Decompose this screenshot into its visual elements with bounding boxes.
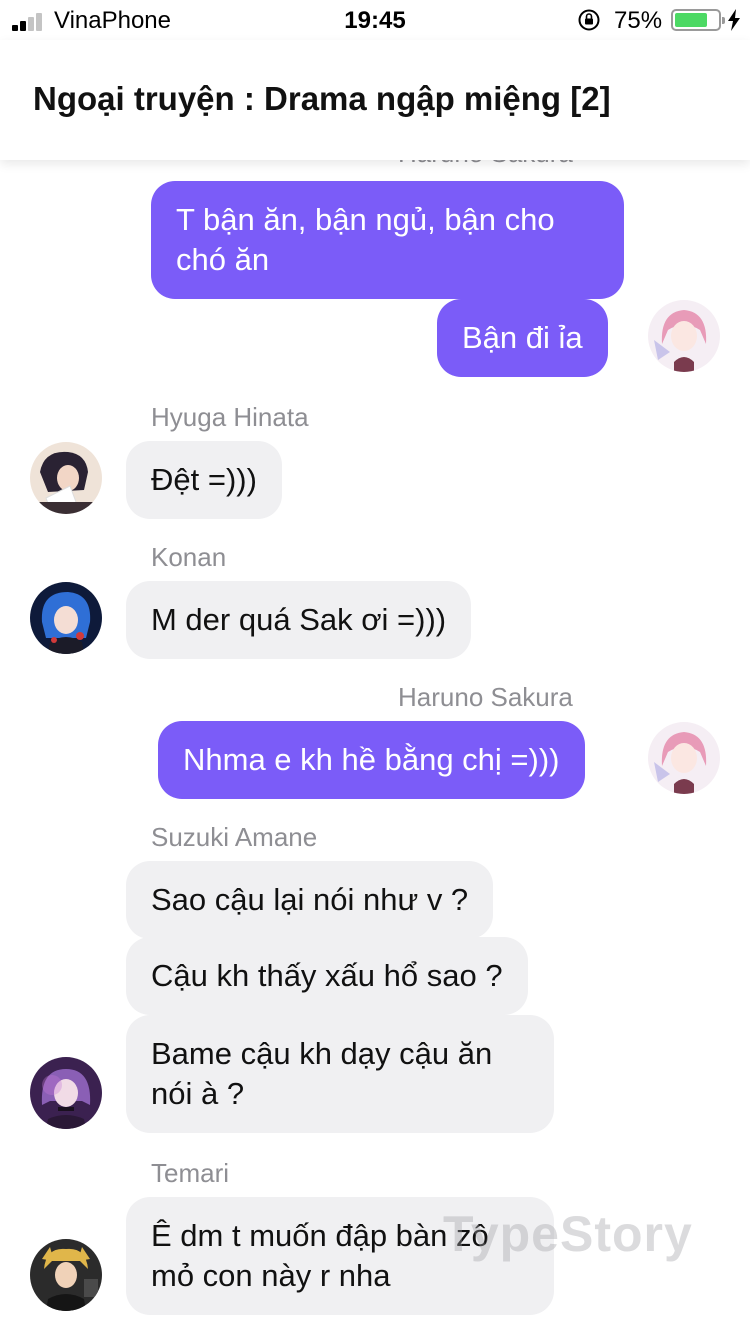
message-bubble: Bame cậu kh dạy cậu ăn nói à ? <box>126 1015 554 1133</box>
konan-avatar <box>30 582 102 654</box>
status-bar: VinaPhone 19:45 75% <box>0 0 750 40</box>
message-bubble: Cậu kh thấy xấu hổ sao ? <box>126 937 528 1015</box>
page-title: Ngoại truyện : Drama ngập miệng [2] <box>33 80 611 117</box>
sakura-avatar <box>648 722 720 794</box>
message-bubble: T bận ăn, bận ngủ, bận cho chó ăn <box>151 181 624 299</box>
watermark: TypeStory <box>443 1206 693 1262</box>
temari-avatar <box>30 1239 102 1311</box>
hinata-avatar <box>30 442 102 514</box>
battery-percent: 75% <box>614 7 663 34</box>
sakura-avatar <box>648 300 720 372</box>
message-bubble: Đệt =))) <box>126 441 282 519</box>
story-header: Ngoại truyện : Drama ngập miệng [2] <box>0 40 750 160</box>
sender-name: Temari <box>151 1158 230 1188</box>
sender-name: Hyuga Hinata <box>151 402 309 432</box>
sender-name: Konan <box>151 542 227 572</box>
orientation-lock-icon <box>578 9 600 31</box>
message-bubble: M der quá Sak ơi =))) <box>126 581 472 659</box>
sender-name: Haruno Sakura <box>398 682 573 712</box>
sender-name: Haruno Sakura <box>398 160 573 169</box>
message-bubble: Nhma e kh hề bằng chị =))) <box>158 721 585 799</box>
chat-thread[interactable]: Haruno Sakura T bận ăn, bận ngủ, bận cho… <box>0 160 750 1334</box>
message-bubble: Bận đi ỉa <box>437 299 608 377</box>
amane-avatar <box>30 1057 102 1129</box>
battery-icon <box>671 9 725 31</box>
battery-level <box>675 13 707 27</box>
sender-name: Suzuki Amane <box>151 822 318 852</box>
message-bubble: Sao cậu lại nói như v ? <box>126 861 494 939</box>
charging-bolt-icon <box>728 9 740 31</box>
